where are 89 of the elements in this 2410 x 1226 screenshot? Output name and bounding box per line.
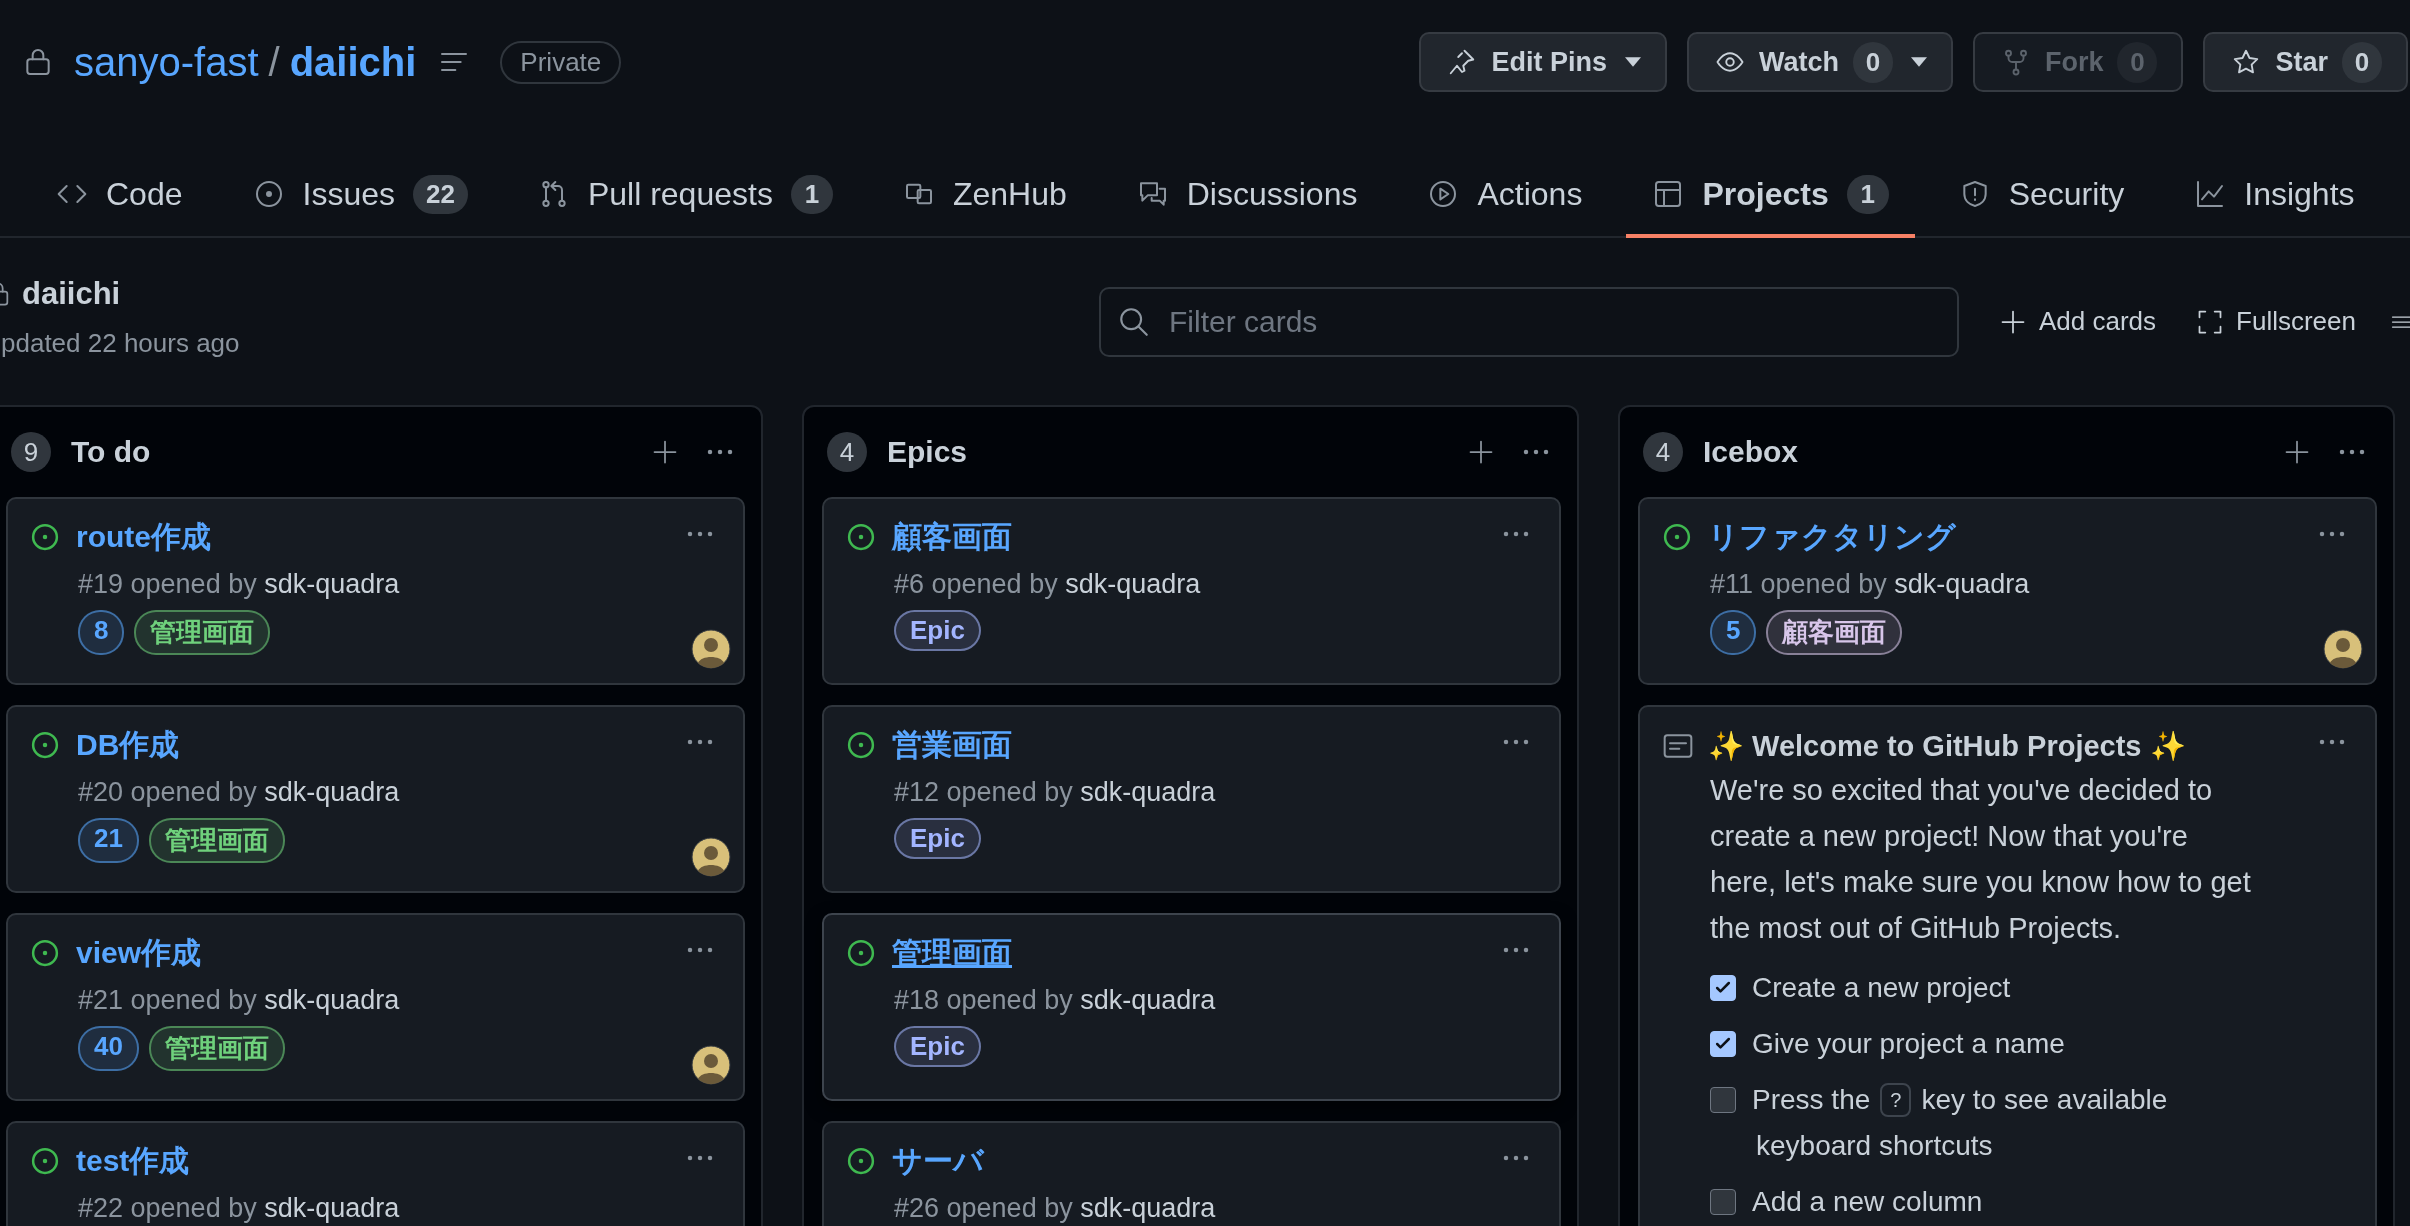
nav-tab[interactable]: Pull requests 1 [511,154,859,238]
issue-card[interactable]: 顧客画面 #6 opened by sdk-quadra Epic [822,497,1561,685]
path-separator: / [268,39,280,85]
add-button[interactable]: Add cards [1999,306,2157,337]
visibility-label: Private [500,40,622,84]
issue-card[interactable]: test作成 #22 opened by sdk-quadra [6,1121,745,1226]
issue-label[interactable]: 管理画面 [148,818,285,863]
issue-number: #6 opened by [894,569,1058,599]
issue-title-link[interactable]: DB作成 [76,724,180,766]
counter: 0 [1852,41,1893,83]
card-count: 9 [11,432,51,472]
issue-card[interactable]: DB作成 #20 opened by sdk-quadra 21 管理画面 [6,705,745,893]
issue-card[interactable]: view作成 #21 opened by sdk-quadra 40 管理画面 [6,913,745,1101]
note-title: ✨ Welcome to GitHub Projects ✨ [1708,729,2186,763]
card-count: 4 [1643,432,1683,472]
repo-name-link[interactable]: daiichi [289,39,417,85]
fullscreen-button[interactable]: Fullscreen [2196,306,2356,337]
nav-tab[interactable]: Projects 1 [1626,154,1915,238]
issue-label[interactable]: 21 [78,818,139,863]
column-title: Icebox [1703,435,1799,469]
nav-tab[interactable]: Security [1932,154,2151,238]
note-text: We're so excited that you've decided to create a new project! Now that you're here, let's make sure you know how to get the most out of GitHub Projects. [1710,773,2252,946]
issue-label[interactable]: 管理画面 [148,1026,285,1071]
issue-number: #21 opened by [78,985,257,1015]
nav-tab[interactable]: Discussions [1110,154,1384,238]
owner-link[interactable]: sanyo-fast [74,39,259,85]
issue-label[interactable]: 管理画面 [134,610,271,655]
updated-time: pdated 22 hours ago [0,328,240,359]
issue-card[interactable]: 営業画面 #12 opened by sdk-quadra Epic [822,705,1561,893]
author-link[interactable]: sdk-quadra [264,985,400,1015]
nav-tab[interactable]: Code [30,154,209,238]
issue-card[interactable]: サーバ #26 opened by sdk-quadra [822,1121,1561,1226]
author-link[interactable]: sdk-quadra [1080,1193,1216,1223]
column-title: Epics [887,435,968,469]
issue-title-link[interactable]: 顧客画面 [892,516,1012,558]
issue-title-link[interactable]: リファクタリング [1708,516,1956,558]
checklist-text: key to see available [1921,1083,2168,1117]
issue-title-link[interactable]: view作成 [76,932,202,974]
issue-card[interactable]: 管理画面 #18 opened by sdk-quadra Epic [822,913,1561,1101]
nav-tab[interactable]: Insights [2168,154,2381,238]
key-cap: ? [1880,1083,1912,1117]
checklist-text: Create a new project [1752,971,2011,1005]
issue-title-link[interactable]: test作成 [76,1140,190,1182]
author-link[interactable]: sdk-quadra [1894,569,2030,599]
author-link[interactable]: sdk-quadra [1065,569,1201,599]
issue-label[interactable]: 5 [1710,610,1757,655]
pin-button[interactable]: Edit Pins [1419,32,1667,92]
author-link[interactable]: sdk-quadra [1080,777,1216,807]
counter: 22 [413,174,468,214]
author-link[interactable]: sdk-quadra [264,777,400,807]
column-title: To do [71,435,151,469]
nav-tab[interactable]: Actions [1401,154,1609,238]
issue-number: #26 opened by [894,1193,1073,1223]
issue-number: #20 opened by [78,777,257,807]
issue-label[interactable]: Epic [894,610,981,651]
checklist-text: Give your project a name [1752,1027,2065,1061]
issue-label[interactable]: 8 [78,610,125,655]
issue-title-link[interactable]: 管理画面 [892,932,1012,974]
issue-number: #18 opened by [894,985,1073,1015]
issue-card[interactable]: リファクタリング #11 opened by sdk-quadra 5 顧客画面 [1638,497,2377,685]
issue-label[interactable]: 顧客画面 [1766,610,1903,655]
issue-number: #12 opened by [894,777,1073,807]
issue-label[interactable]: Epic [894,818,981,859]
eye-button[interactable]: Watch 0 [1686,32,1953,92]
counter: 0 [2342,41,2382,83]
author-link[interactable]: sdk-quadra [1080,985,1216,1015]
issue-title-link[interactable]: route作成 [76,516,211,558]
counter: 0 [2117,41,2158,83]
nav-tab[interactable]: Issues 22 [226,154,494,238]
project-title: daiichi [22,276,121,312]
issue-number: #22 opened by [78,1193,257,1223]
issue-title-link[interactable]: サーバ [892,1140,984,1182]
author-link[interactable]: sdk-quadra [264,569,400,599]
counter: 1 [1846,174,1889,214]
issue-label[interactable]: 40 [78,1026,139,1071]
checklist-text: keyboard shortcuts [1755,1129,1994,1163]
nav-tab[interactable]: ZenHub [876,154,1093,238]
issue-card[interactable]: route作成 #19 opened by sdk-quadra 8 管理画面 [6,497,745,685]
issue-label[interactable]: Epic [894,1026,981,1067]
issue-number: #19 opened by [78,569,257,599]
counter: 1 [790,174,833,214]
star-button[interactable]: Star 0 [2203,32,2408,92]
author-link[interactable]: sdk-quadra [264,1193,400,1223]
issue-title-link[interactable]: 営業画面 [892,724,1012,766]
issue-number: #11 opened by [1710,569,1887,599]
card-count: 4 [827,432,867,472]
checklist-text: Add a new column [1752,1185,1983,1219]
checklist-text: Press the [1752,1083,1871,1117]
filter-field[interactable]: Filter cards [1099,286,1959,357]
